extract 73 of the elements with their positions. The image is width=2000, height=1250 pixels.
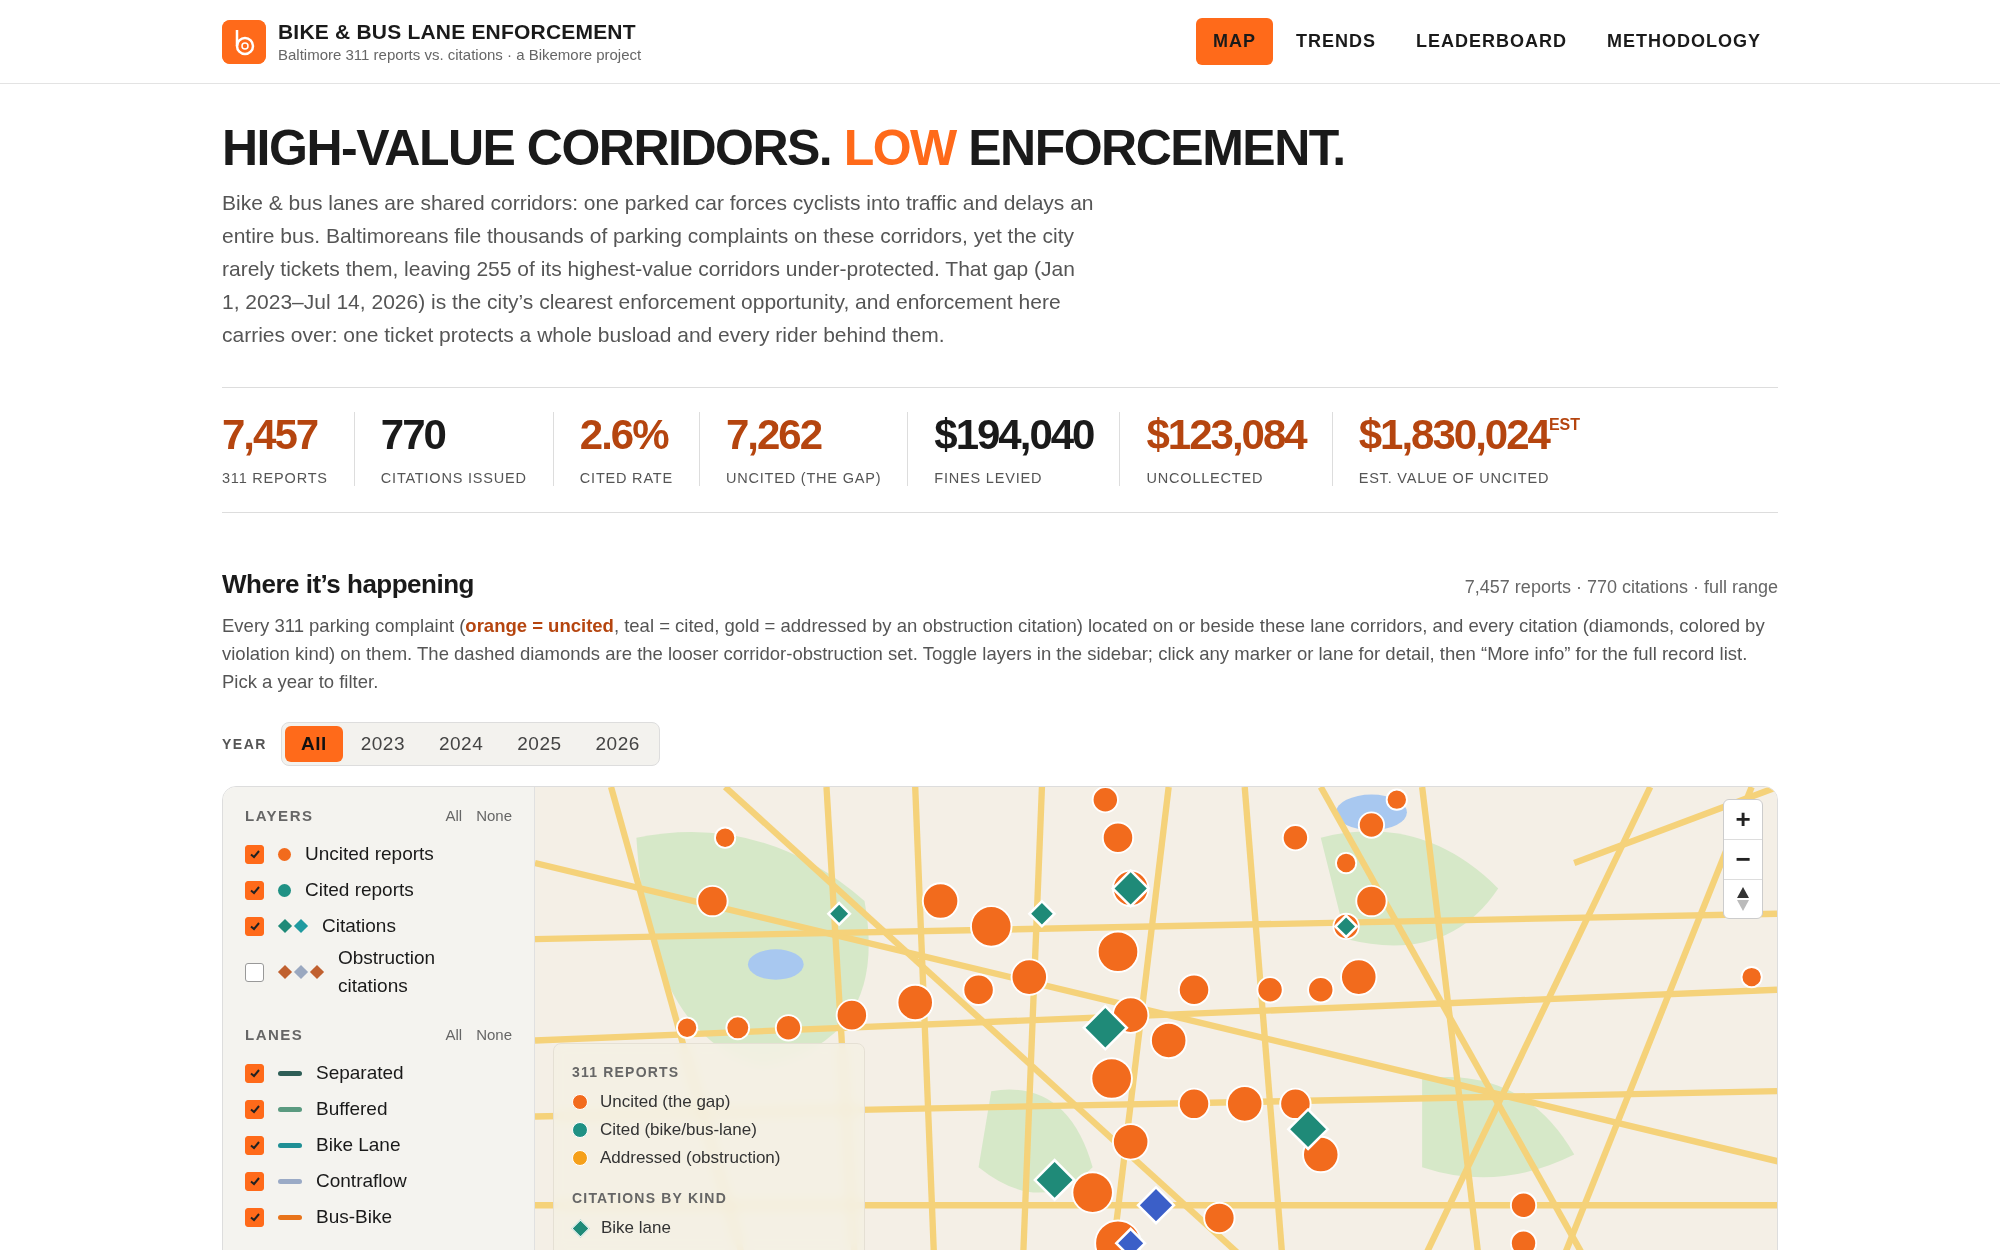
checkmark-icon bbox=[248, 920, 261, 933]
year-tab[interactable]: 2023 bbox=[344, 726, 421, 763]
nav-tab[interactable]: LEADERBOARD bbox=[1399, 18, 1584, 65]
stat-label: UNCOLLECTED bbox=[1146, 470, 1265, 487]
checkbox[interactable] bbox=[245, 1207, 264, 1227]
headline: HIGH-VALUE CORRIDORS. LOW ENFORCEMENT. bbox=[222, 119, 1346, 178]
zoom-out-button[interactable]: − bbox=[1724, 840, 1762, 881]
checkbox[interactable] bbox=[245, 962, 264, 982]
stat-label: CITATIONS ISSUED bbox=[380, 470, 527, 487]
legend-heading: 311 REPORTS bbox=[572, 1064, 681, 1081]
site-title: BIKE & BUS LANE ENFORCEMENT bbox=[278, 20, 637, 44]
site-subtitle: Baltimore 311 reports vs. citations · a Bikemore project bbox=[278, 46, 642, 63]
layer-label: Separated bbox=[316, 1061, 404, 1086]
stat-label: FINES LEVIED bbox=[934, 470, 1044, 487]
sidebar-heading: LANES bbox=[245, 1026, 304, 1044]
checkbox[interactable] bbox=[245, 880, 264, 900]
section-title: Where it’s happening bbox=[222, 569, 474, 601]
layer-label: Buffered bbox=[316, 1097, 388, 1122]
stat-value: $1,830,024$^{EST}$ bbox=[1358, 412, 1580, 459]
checkmark-icon bbox=[248, 1211, 261, 1224]
year-label: YEAR bbox=[222, 736, 267, 753]
stat-value: 7,262 bbox=[725, 412, 823, 459]
legend-heading: CITATIONS BY KIND bbox=[572, 1190, 728, 1207]
checkmark-icon bbox=[248, 1067, 261, 1080]
year-tab[interactable]: 2026 bbox=[579, 726, 656, 763]
legend-label: Uncited (the gap) bbox=[600, 1092, 731, 1113]
layer-label: Bus-Bike bbox=[316, 1205, 393, 1230]
checkmark-icon bbox=[248, 884, 261, 897]
nav-tab[interactable]: METHODOLOGY bbox=[1590, 18, 1778, 65]
legend-label: Bike lane bbox=[601, 1218, 671, 1239]
compass-icon[interactable] bbox=[1736, 886, 1750, 913]
layer-label: Obstruction citations bbox=[338, 946, 437, 999]
year-tab[interactable]: 2024 bbox=[422, 726, 500, 763]
stat-value: $194,040 bbox=[934, 412, 1094, 459]
year-tab[interactable]: 2025 bbox=[501, 726, 578, 763]
section-meta: 7,457 reports · 770 citations · full range bbox=[1464, 577, 1778, 599]
stat-label: EST. VALUE OF UNCITED bbox=[1358, 470, 1551, 487]
checkmark-icon bbox=[248, 848, 261, 861]
sidebar-heading: LAYERS bbox=[245, 807, 314, 825]
select-all-link[interactable]: All bbox=[445, 807, 463, 825]
select-all-link[interactable]: All bbox=[445, 1026, 463, 1044]
intro-paragraph: Bike & bus lanes are shared corridors: one parked car forces cyclists into traffic and delays an entire bus. Baltimoreans file thousands of parking complaints on these corridors, yet the city rarely tickets them, leaving 255 of its highest-value corridors under-protected. That gap (Jan 1, 2023–Jul 14, 2026) is the city’s clearest enforcement opportunity, and enforcement here carries over: one ticket protects a whole busload and every rider behind them. bbox=[222, 190, 1094, 348]
checkmark-icon bbox=[248, 1103, 261, 1116]
stat-label: 311 REPORTS bbox=[222, 470, 328, 487]
stat-value: 770 bbox=[380, 412, 446, 459]
checkbox[interactable] bbox=[245, 1171, 264, 1191]
year-tab[interactable]: All bbox=[284, 726, 343, 763]
checkmark-icon bbox=[248, 1139, 261, 1152]
zoom-in-button[interactable]: + bbox=[1724, 800, 1762, 841]
checkbox[interactable] bbox=[245, 1099, 264, 1119]
checkmark-icon bbox=[248, 1175, 261, 1188]
nav-tab[interactable]: MAP bbox=[1195, 18, 1273, 65]
checkbox[interactable] bbox=[245, 1063, 264, 1083]
checkbox[interactable] bbox=[245, 844, 264, 864]
select-none-link[interactable]: None bbox=[476, 1026, 512, 1044]
stat-label: CITED RATE bbox=[579, 470, 673, 487]
stat-value: 2.6% bbox=[579, 412, 670, 459]
legend-label: Addressed (obstruction) bbox=[600, 1148, 781, 1169]
stat-value: 7,457 bbox=[222, 412, 319, 459]
checkbox[interactable] bbox=[245, 916, 264, 936]
stat-label: UNCITED (THE GAP) bbox=[725, 470, 882, 487]
layer-label: Cited reports bbox=[305, 878, 414, 903]
layer-label: Contraflow bbox=[316, 1169, 407, 1194]
logo-icon bbox=[222, 19, 266, 64]
layer-label: Citations bbox=[322, 914, 396, 939]
legend-label: Cited (bike/bus-lane) bbox=[600, 1120, 757, 1141]
checkbox[interactable] bbox=[245, 1135, 264, 1155]
nav-tab[interactable]: TRENDS bbox=[1278, 18, 1393, 65]
select-none-link[interactable]: None bbox=[476, 807, 512, 825]
section-description: Every 311 parking complaint (orange = uncited, teal = cited, gold = addressed by an obstruction citation) located on or beside these lane corridors, and every citation (diamonds, colored by violation kind) on them. The dashed diamonds are the looser corridor-obstruction set. Toggle layers in the sidebar; click any marker or lane for detail, then “More info” for the full record list. Pick a year to filter. bbox=[222, 614, 1766, 695]
layer-label: Bike Lane bbox=[316, 1133, 401, 1158]
stat-value: $123,084 bbox=[1146, 412, 1306, 459]
layer-label: Uncited reports bbox=[305, 842, 434, 867]
